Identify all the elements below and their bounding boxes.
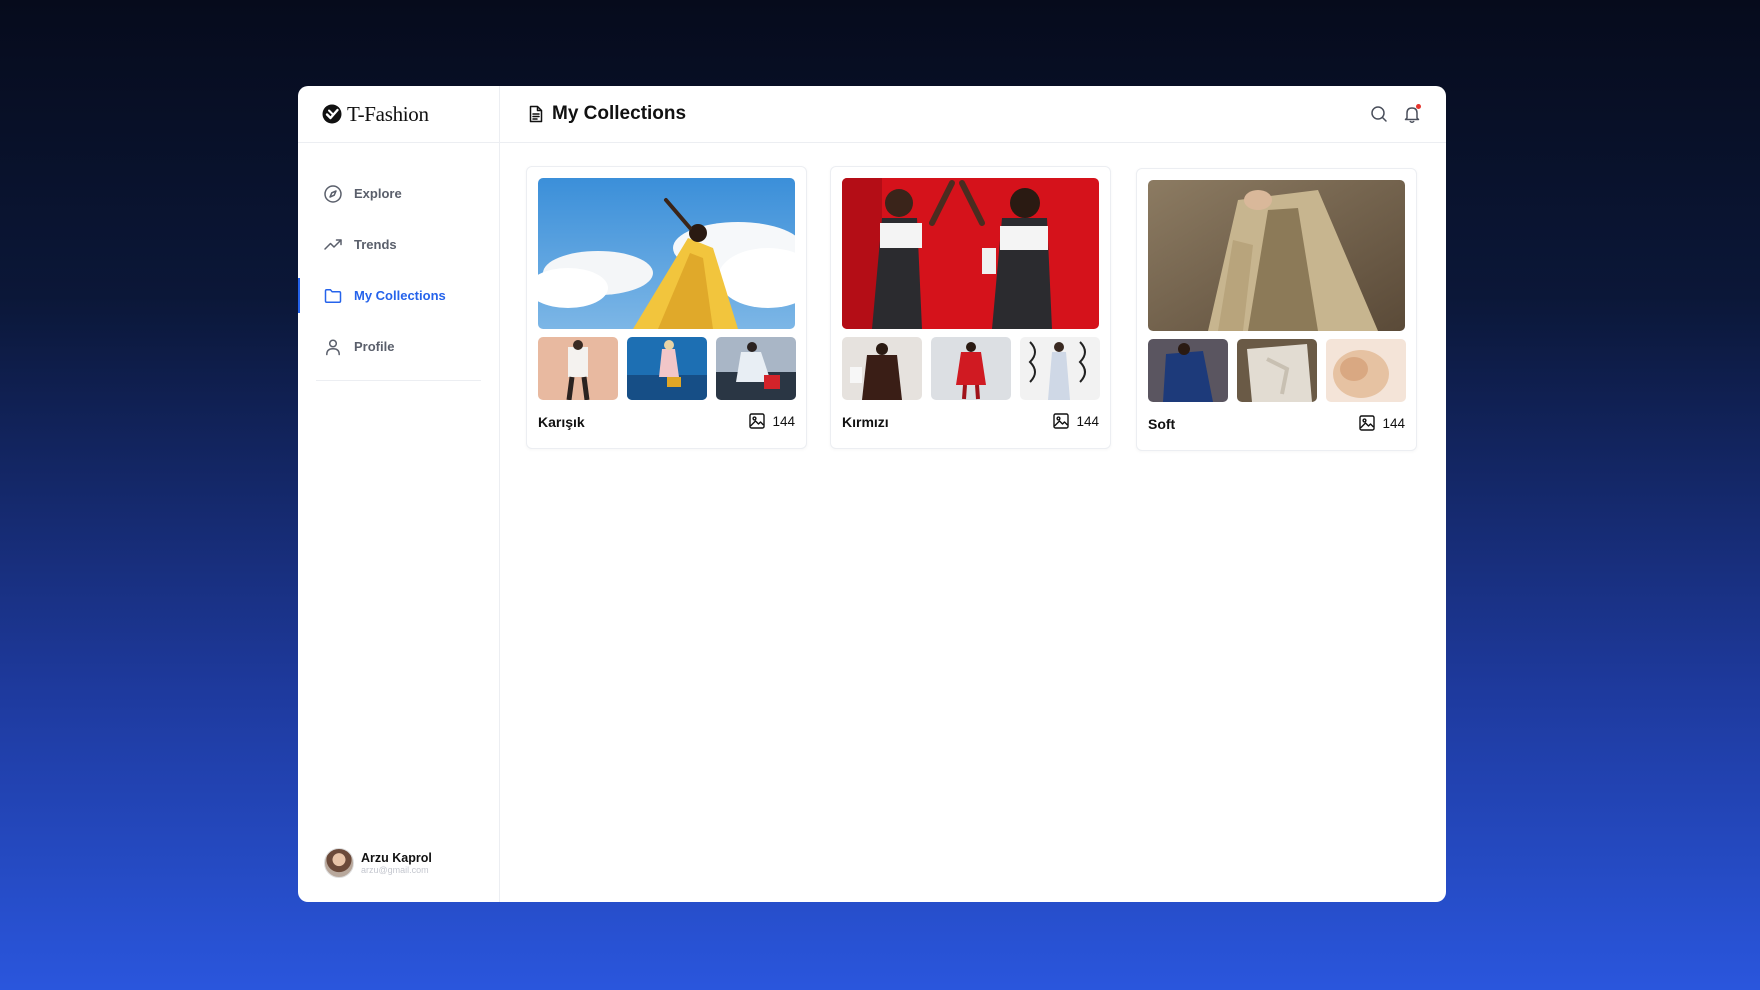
collection-card[interactable]: Soft 144 (1136, 168, 1417, 451)
topbar: My Collections (500, 86, 1446, 143)
collection-thumbnail (1020, 337, 1100, 400)
sidebar-item-label: Trends (354, 237, 397, 252)
user-profile[interactable]: Arzu Kaprol arzu@gmail.com (324, 848, 432, 878)
document-icon (526, 104, 546, 124)
image-icon (748, 412, 766, 430)
collection-card[interactable]: Karışık 144 (526, 166, 807, 449)
user-icon (323, 337, 343, 357)
bell-icon[interactable] (1402, 104, 1422, 124)
collection-card[interactable]: Kırmızı 144 (830, 166, 1111, 449)
collection-name: Kırmızı (842, 414, 889, 430)
collection-thumbnail (627, 337, 707, 400)
collection-count-value: 144 (1076, 413, 1099, 429)
collection-name: Karışık (538, 414, 585, 430)
sidebar-item-label: Profile (354, 339, 395, 354)
collection-thumbnail (1326, 339, 1406, 402)
sidebar-item-my-collections[interactable]: My Collections (298, 270, 499, 321)
page-title: My Collections (552, 103, 687, 124)
collection-thumbnail (842, 337, 922, 400)
image-icon (1358, 414, 1376, 432)
collection-cover-image (1148, 180, 1405, 331)
collection-thumbnail (538, 337, 618, 400)
topbar-actions (1369, 104, 1422, 124)
folder-icon (323, 286, 343, 306)
collection-count-value: 144 (1382, 415, 1405, 431)
collection-thumbnail (931, 337, 1011, 400)
main-content: My Collections Karışık 144 Kırmızı 144 S… (500, 86, 1446, 902)
sidebar-nav: Explore Trends My Collections Profile (298, 143, 499, 381)
collection-count-value: 144 (772, 413, 795, 429)
sidebar: T-Fashion Explore Trends My Collections (298, 86, 500, 902)
avatar (324, 848, 354, 878)
trending-up-icon (323, 235, 343, 255)
compass-icon (323, 184, 343, 204)
collection-cover-image (538, 178, 795, 329)
image-icon (1052, 412, 1070, 430)
user-email: arzu@gmail.com (361, 864, 429, 875)
sidebar-item-label: Explore (354, 186, 402, 201)
sidebar-item-profile[interactable]: Profile (298, 321, 499, 372)
user-name: Arzu Kaprol (361, 850, 432, 865)
brand-name: T-Fashion (347, 101, 429, 126)
sidebar-item-label: My Collections (354, 288, 446, 303)
notification-badge (1416, 104, 1421, 109)
divider (316, 380, 481, 381)
collection-count: 144 (1052, 412, 1099, 430)
collection-cover-image (842, 178, 1099, 329)
brand[interactable]: T-Fashion (298, 86, 499, 143)
collection-thumbnail (1237, 339, 1317, 402)
collection-count: 144 (748, 412, 795, 430)
sidebar-item-explore[interactable]: Explore (298, 168, 499, 219)
t-fashion-logo-icon (322, 104, 342, 124)
collection-thumbnail (716, 337, 796, 400)
collection-count: 144 (1358, 414, 1405, 432)
app-window: T-Fashion Explore Trends My Collections (298, 86, 1446, 902)
sidebar-item-trends[interactable]: Trends (298, 219, 499, 270)
collection-name: Soft (1148, 416, 1176, 432)
search-icon[interactable] (1369, 104, 1389, 124)
collection-thumbnail (1148, 339, 1228, 402)
